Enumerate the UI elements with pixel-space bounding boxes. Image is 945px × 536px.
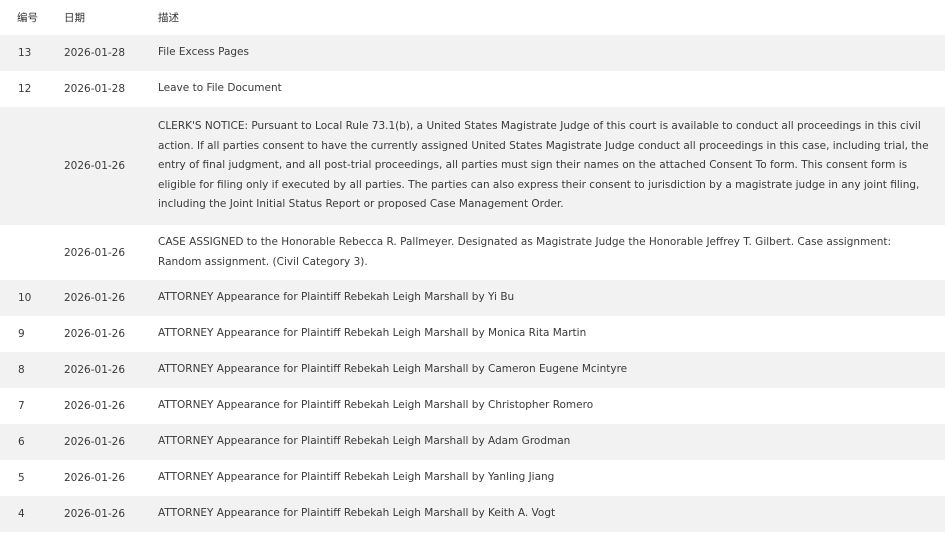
table-row: 2026-01-26 CASE ASSIGNED to the Honorabl… xyxy=(0,225,945,280)
entry-date: 2026-01-26 xyxy=(64,328,126,340)
entry-number: 8 xyxy=(18,364,25,376)
entry-number: 5 xyxy=(18,472,25,484)
entry-description: ATTORNEY Appearance for Plaintiff Rebeka… xyxy=(158,435,571,448)
entry-date: 2026-01-26 xyxy=(64,292,126,304)
entry-description: Leave to File Document xyxy=(158,82,282,95)
table-row: 12 2026-01-28 Leave to File Document xyxy=(0,71,945,107)
entry-description: CLERK'S NOTICE: Pursuant to Local Rule 7… xyxy=(158,120,929,211)
column-header-description: 描述 xyxy=(158,12,179,24)
table-row: 2026-01-26 CLERK'S NOTICE: Pursuant to L… xyxy=(0,107,945,225)
entry-description: ATTORNEY Appearance for Plaintiff Rebeka… xyxy=(158,327,587,340)
entry-date: 2026-01-26 xyxy=(64,400,126,412)
entry-number: 7 xyxy=(18,400,25,412)
entry-number: 13 xyxy=(18,47,32,59)
entry-date: 2026-01-26 xyxy=(64,160,126,172)
entry-date: 2026-01-26 xyxy=(64,364,126,376)
entry-description: ATTORNEY Appearance for Plaintiff Rebeka… xyxy=(158,363,628,376)
table-row: 7 2026-01-26 ATTORNEY Appearance for Pla… xyxy=(0,388,945,424)
entry-description: ATTORNEY Appearance for Plaintiff Rebeka… xyxy=(158,507,556,520)
table-row: 10 2026-01-26 ATTORNEY Appearance for Pl… xyxy=(0,280,945,316)
table-row: 9 2026-01-26 ATTORNEY Appearance for Pla… xyxy=(0,316,945,352)
entry-description: ATTORNEY Appearance for Plaintiff Rebeka… xyxy=(158,471,555,484)
entry-number: 10 xyxy=(18,292,32,304)
table-row: 8 2026-01-26 ATTORNEY Appearance for Pla… xyxy=(0,352,945,388)
entry-date: 2026-01-26 xyxy=(64,436,126,448)
entry-date: 2026-01-28 xyxy=(64,47,126,59)
column-header-date: 日期 xyxy=(64,12,85,24)
entry-date: 2026-01-26 xyxy=(64,508,126,520)
entry-date: 2026-01-26 xyxy=(64,472,126,484)
entry-number xyxy=(0,225,47,280)
table-row: 5 2026-01-26 ATTORNEY Appearance for Pla… xyxy=(0,460,945,496)
entry-description: ATTORNEY Appearance for Plaintiff Rebeka… xyxy=(158,399,594,412)
table-header-row: 编号 日期 描述 xyxy=(0,0,945,35)
entry-number: 12 xyxy=(18,83,32,95)
docket-table: 编号 日期 描述 13 2026-01-28 File Excess Pages… xyxy=(0,0,945,532)
table-row: 6 2026-01-26 ATTORNEY Appearance for Pla… xyxy=(0,424,945,460)
entry-description: File Excess Pages xyxy=(158,46,249,59)
entry-number xyxy=(0,107,47,225)
entry-date: 2026-01-28 xyxy=(64,83,126,95)
table-row: 13 2026-01-28 File Excess Pages xyxy=(0,35,945,71)
entry-number: 9 xyxy=(18,328,25,340)
entry-description: ATTORNEY Appearance for Plaintiff Rebeka… xyxy=(158,291,515,304)
entry-date: 2026-01-26 xyxy=(64,246,126,259)
entry-number: 6 xyxy=(18,436,25,448)
column-header-number: 编号 xyxy=(17,12,38,24)
entry-description: CASE ASSIGNED to the Honorable Rebecca R… xyxy=(158,235,892,268)
table-row: 4 2026-01-26 ATTORNEY Appearance for Pla… xyxy=(0,496,945,532)
entry-number: 4 xyxy=(18,508,25,520)
